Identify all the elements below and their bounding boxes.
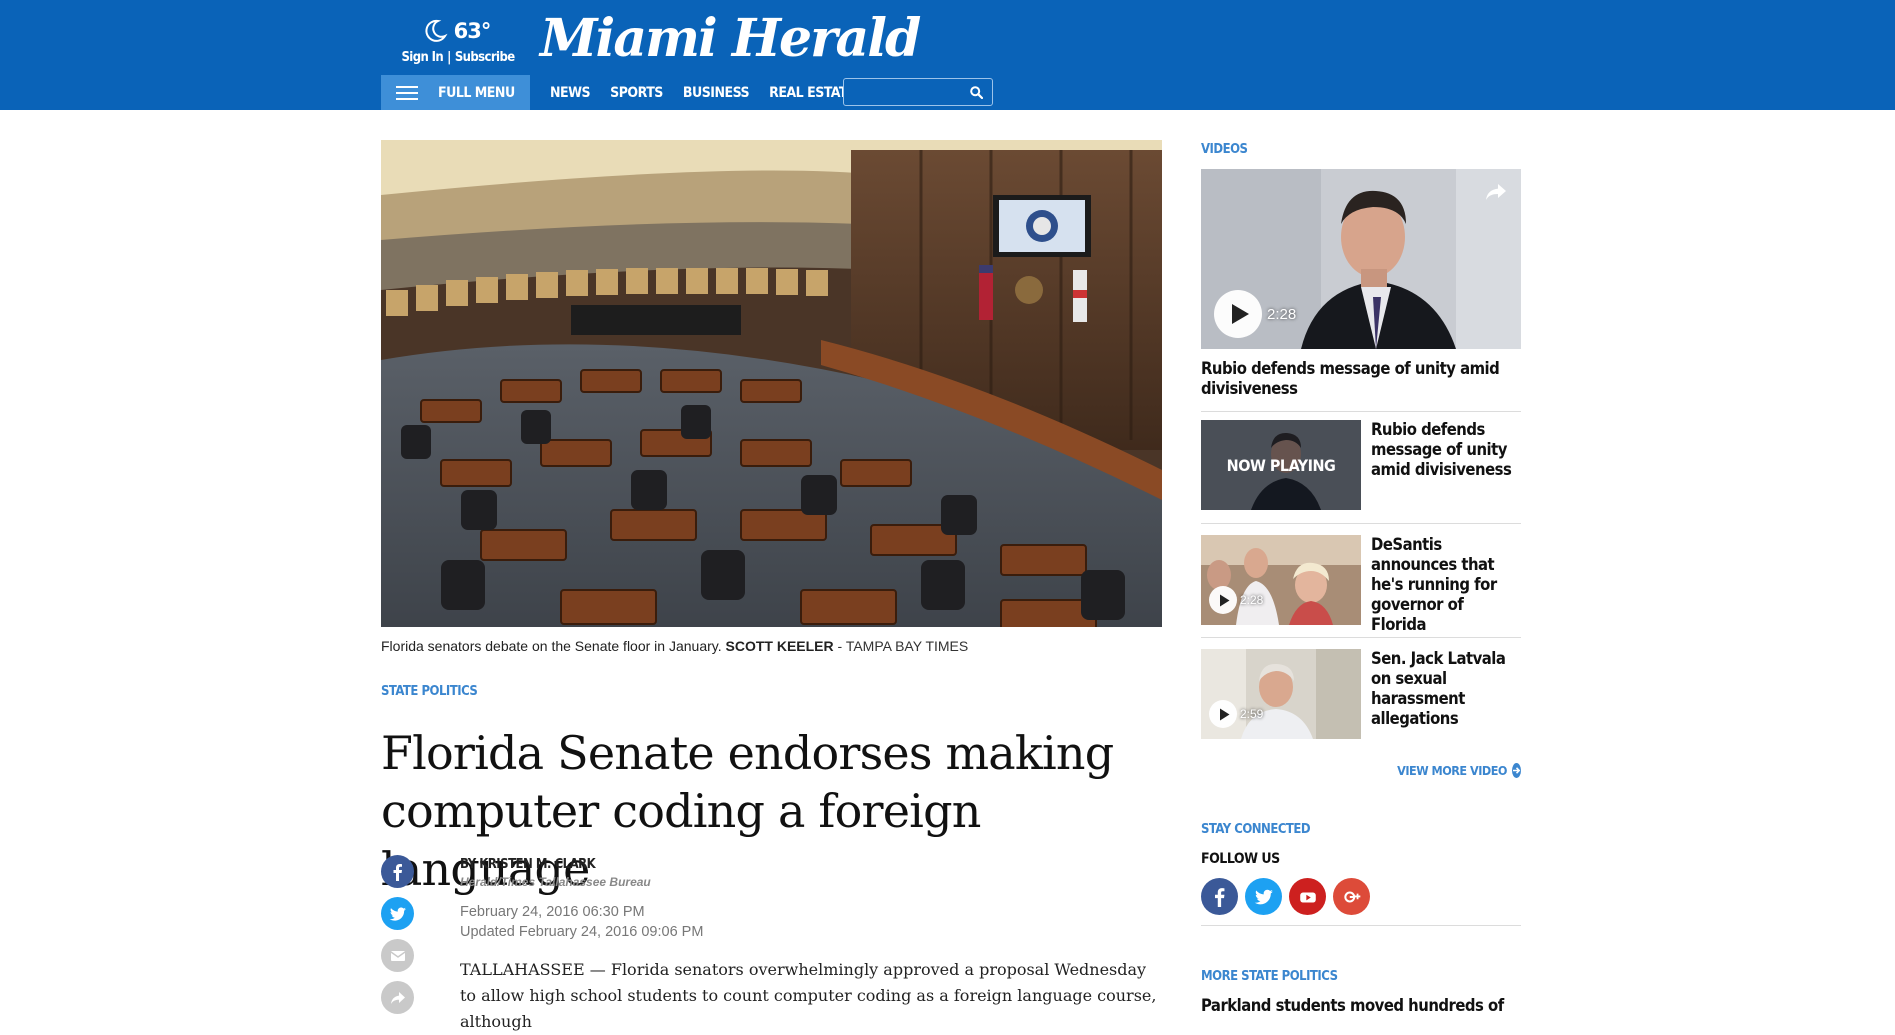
video-thumbnail: 2:59 — [1201, 649, 1361, 739]
separator: | — [447, 50, 451, 65]
youtube-follow-button[interactable] — [1289, 878, 1326, 915]
facebook-icon — [1214, 887, 1224, 907]
full-menu-label: FULL MENU — [438, 84, 515, 101]
photo-caption: Florida senators debate on the Senate fl… — [381, 638, 968, 654]
stay-connected-label: STAY CONNECTED — [1201, 822, 1311, 837]
youtube-icon — [1299, 892, 1316, 903]
article-body-paragraph: TALLAHASSEE — Florida senators overwhelm… — [460, 960, 1157, 1031]
share-toolbar — [381, 855, 415, 1023]
more-state-politics-label: MORE STATE POLITICS — [1201, 969, 1338, 984]
play-icon — [1219, 594, 1229, 606]
byline: BY KRISTEN M. CLARK Herald/Times Tallaha… — [460, 857, 960, 889]
video-duration: 2:59 — [1240, 707, 1264, 721]
view-more-video-link[interactable]: VIEW MORE VIDEO — [1397, 763, 1521, 778]
published-date: February 24, 2016 06:30 PM — [460, 904, 645, 920]
video-title: DeSantis announces that he's running for… — [1371, 535, 1497, 634]
play-icon — [1219, 708, 1229, 720]
share-facebook-button[interactable] — [381, 855, 414, 888]
share-icon — [390, 991, 405, 1004]
photo-credit-name: SCOTT KEELER — [725, 638, 834, 654]
search-icon[interactable] — [970, 86, 983, 99]
nav-business[interactable]: BUSINESS — [683, 85, 750, 101]
author-name[interactable]: BY KRISTEN M. CLARK — [460, 857, 960, 872]
hamburger-icon — [396, 85, 418, 100]
senate-chamber-image — [381, 140, 1162, 627]
nav-sports[interactable]: SPORTS — [610, 85, 663, 101]
divider — [1201, 925, 1521, 926]
search-box — [843, 78, 993, 106]
play-button[interactable] — [1209, 586, 1237, 614]
email-icon — [390, 950, 405, 961]
moon-icon — [425, 19, 448, 42]
share-twitter-button[interactable] — [381, 897, 414, 930]
video-thumbnail: NOW PLAYING — [1201, 420, 1361, 510]
google-plus-icon — [1343, 891, 1360, 902]
follow-us-heading: FOLLOW US — [1201, 851, 1280, 867]
play-button[interactable] — [1214, 290, 1262, 338]
share-arrow-icon[interactable] — [1484, 182, 1508, 202]
site-logo[interactable]: Miami Herald — [540, 8, 921, 69]
video-thumbnail: 2:28 — [1201, 535, 1361, 625]
hero-photo-senate-chamber[interactable] — [381, 140, 1162, 627]
masthead: 63° Sign In | Subscribe Miami Herald FUL… — [0, 0, 1895, 110]
google-plus-follow-button[interactable] — [1333, 878, 1370, 915]
share-email-button[interactable] — [381, 939, 414, 972]
divider — [1201, 637, 1521, 638]
nav-news[interactable]: NEWS — [550, 85, 591, 101]
twitter-follow-button[interactable] — [1245, 878, 1282, 915]
twitter-icon — [389, 907, 406, 921]
caption-text: Florida senators debate on the Senate fl… — [381, 638, 722, 654]
updated-date: Updated February 24, 2016 09:06 PM — [460, 924, 704, 940]
share-more-button[interactable] — [381, 981, 414, 1014]
video-list-item[interactable]: 2:59 Sen. Jack Latvala on sexual harassm… — [1201, 649, 1521, 739]
lead-video-title[interactable]: Rubio defends message of unity amid divi… — [1201, 359, 1521, 399]
photo-credit-org: - TAMPA BAY TIMES — [833, 638, 969, 654]
video-title: Rubio defends message of unity amid divi… — [1371, 420, 1512, 479]
related-story-title[interactable]: Parkland students moved hundreds of — [1201, 996, 1521, 1016]
temperature: 63° — [453, 19, 492, 43]
article-dates: February 24, 2016 06:30 PM Updated Febru… — [460, 902, 703, 942]
video-list-item[interactable]: 2:28 DeSantis announces that he's runnin… — [1201, 535, 1521, 634]
author-bureau: Herald/Times Tallahassee Bureau — [460, 875, 651, 889]
facebook-follow-button[interactable] — [1201, 878, 1238, 915]
divider — [1201, 411, 1521, 412]
video-title: Sen. Jack Latvala on sexual harassment a… — [1371, 649, 1506, 728]
twitter-icon — [1254, 889, 1273, 904]
video-duration: 2:28 — [1240, 593, 1264, 607]
main-nav: FULL MENU NEWS SPORTS BUSINESS REAL ESTA… — [381, 75, 875, 110]
divider — [1201, 523, 1521, 524]
now-playing-overlay: NOW PLAYING — [1201, 420, 1361, 510]
weather-widget[interactable]: 63° Sign In | Subscribe — [400, 18, 515, 65]
lead-video-player[interactable]: 2:28 — [1201, 169, 1521, 349]
video-list-item[interactable]: NOW PLAYING Rubio defends message of uni… — [1201, 420, 1521, 510]
subscribe-link[interactable]: Subscribe — [455, 50, 515, 65]
full-menu-button[interactable]: FULL MENU — [381, 75, 530, 110]
section-link-state-politics[interactable]: STATE POLITICS — [381, 684, 478, 699]
video-duration: 2:28 — [1267, 306, 1297, 323]
sign-in-link[interactable]: Sign In — [401, 50, 443, 65]
play-button[interactable] — [1209, 700, 1237, 728]
videos-label: VIDEOS — [1201, 142, 1248, 157]
arrow-right-icon — [1512, 763, 1521, 778]
play-icon — [1232, 304, 1249, 324]
view-more-label: VIEW MORE VIDEO — [1397, 763, 1507, 778]
account-links: Sign In | Subscribe — [400, 50, 515, 65]
social-links — [1201, 878, 1370, 915]
search-input[interactable] — [844, 79, 962, 105]
facebook-icon — [393, 863, 402, 881]
